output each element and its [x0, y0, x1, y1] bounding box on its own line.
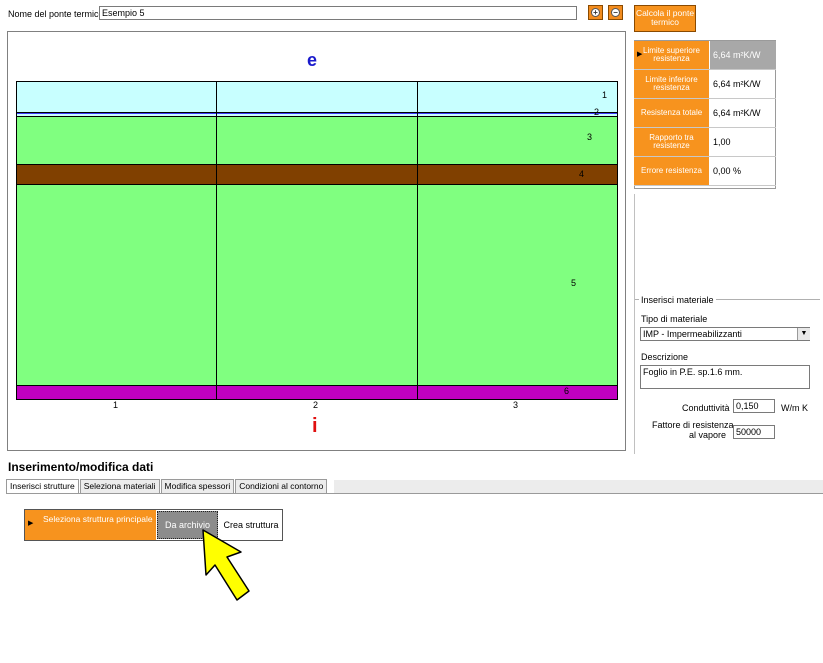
bridge-name-input[interactable]: Esempio 5 — [99, 6, 577, 20]
compute-bridge-button[interactable]: Calcola il ponte termico — [634, 5, 696, 32]
result-key: Rapporto tra resistenze — [634, 128, 710, 156]
zoom-in-button[interactable]: + — [588, 5, 603, 20]
result-value: 6,64 m²K/W — [710, 41, 776, 69]
result-key: Errore resistenza — [634, 157, 710, 185]
column-number: 2 — [313, 400, 319, 410]
tab-strip-filler — [334, 480, 823, 493]
result-value: 0,00 % — [713, 166, 742, 176]
material-type-select[interactable]: IMP - Impermeabilizzanti — [640, 327, 810, 341]
layer-line — [16, 184, 618, 185]
column-number: 1 — [113, 400, 119, 410]
column-divider-1 — [216, 81, 217, 400]
column-divider-2 — [417, 81, 418, 400]
data-tabs: Inserisci strutture Seleziona materiali … — [6, 479, 328, 493]
layer-line — [16, 385, 618, 386]
material-type-value: IMP - Impermeabilizzanti — [643, 329, 742, 339]
description-textarea[interactable]: Foglio in P.E. sp.1.6 mm. — [640, 365, 810, 389]
zoom-in-icon: + — [591, 8, 600, 17]
layer-line — [16, 112, 618, 113]
tab-modify-thickness[interactable]: Modifica spessori — [160, 479, 235, 493]
layer-number: 3 — [587, 132, 593, 142]
layer-number: 6 — [564, 386, 570, 396]
layer-number: 5 — [571, 278, 577, 288]
material-type-label: Tipo di materiale — [641, 314, 708, 324]
row-selector-icon: ▶ — [28, 520, 34, 527]
interior-label: i — [312, 415, 318, 437]
zoom-out-button[interactable]: − — [608, 5, 623, 20]
result-row-error[interactable]: Errore resistenza 0,00 % — [634, 157, 776, 186]
column-number: 3 — [513, 400, 519, 410]
layer-number: 1 — [602, 90, 608, 100]
description-label: Descrizione — [641, 352, 689, 362]
result-row-total-resistance[interactable]: Resistenza totale 6,64 m²K/W — [634, 99, 776, 128]
vapor-resistance-label-2: al vapore — [689, 430, 727, 440]
tab-select-materials[interactable]: Seleziona materiali — [79, 479, 160, 493]
layer-number: 2 — [594, 107, 600, 117]
result-key: Limite superiore resistenza — [634, 41, 710, 69]
layer-line — [16, 164, 618, 165]
vapor-resistance-input[interactable]: 50000 — [733, 425, 775, 439]
result-row-upper-limit[interactable]: Limite superiore resistenza 6,64 m²K/W ▶ — [634, 41, 776, 70]
row-selector-icon: ▶ — [637, 51, 643, 58]
tab-boundary-conditions[interactable]: Condizioni al contorno — [235, 479, 328, 493]
highlight-arrow-icon — [202, 529, 250, 601]
main-structure-label: Seleziona struttura principale — [25, 510, 156, 540]
zoom-out-icon: − — [611, 8, 620, 17]
bridge-name-label: Nome del ponte termico — [8, 9, 104, 19]
result-value: 6,64 m²K/W — [713, 108, 761, 118]
result-row-ratio[interactable]: Rapporto tra resistenze 1,00 — [634, 128, 776, 157]
structure-outline — [16, 81, 618, 400]
tab-insert-structures[interactable]: Inserisci strutture — [6, 479, 79, 493]
layer-line — [16, 116, 618, 117]
chevron-down-icon[interactable]: ▼ — [797, 328, 810, 340]
result-value: 6,64 m²K/W — [713, 79, 761, 89]
conductivity-label: Conduttività — [682, 403, 730, 413]
data-section-title: Inserimento/modifica dati — [8, 460, 154, 474]
exterior-label: e — [307, 50, 318, 70]
thermal-bridge-canvas[interactable]: e 1 2 3 4 5 6 1 2 3 i — [7, 31, 626, 451]
vapor-resistance-label-1: Fattore di resistenza — [652, 420, 734, 430]
layer-number: 4 — [579, 169, 585, 179]
result-value: 1,00 — [713, 137, 731, 147]
conductivity-input[interactable]: 0,150 — [733, 399, 775, 413]
conductivity-unit: W/m K — [781, 403, 808, 413]
result-key: Limite inferiore resistenza — [634, 70, 710, 98]
insert-material-title: Inserisci materiale — [639, 295, 716, 305]
result-row-lower-limit[interactable]: Limite inferiore resistenza 6,64 m²K/W — [634, 70, 776, 99]
result-key: Resistenza totale — [634, 99, 710, 127]
